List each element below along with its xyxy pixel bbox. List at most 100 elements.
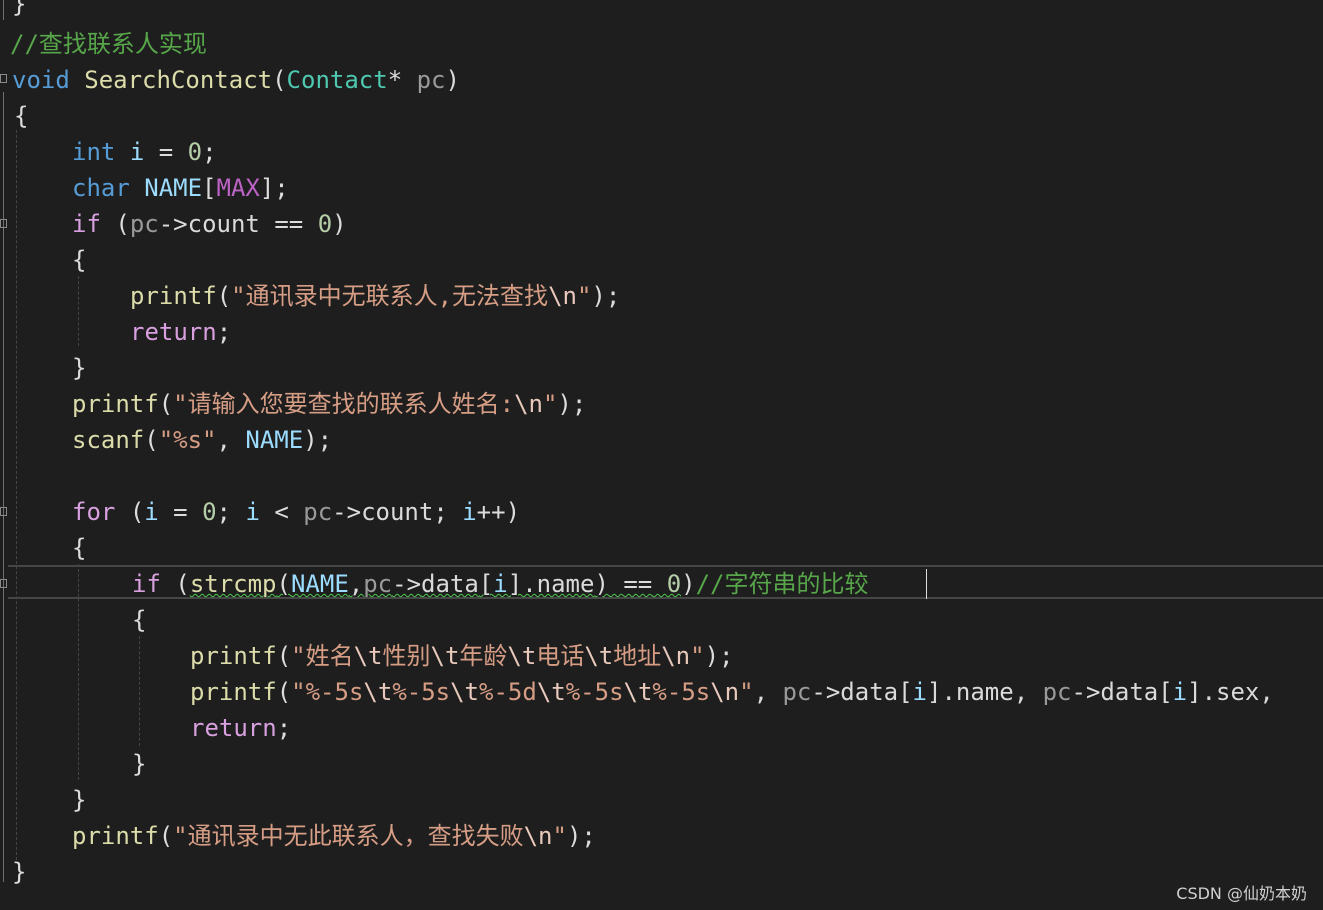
token-operator: -> (332, 498, 362, 526)
token-param: pc (129, 210, 159, 238)
token-string: " (576, 282, 592, 310)
code-line: { (72, 242, 86, 278)
token-punct: ( (276, 678, 292, 706)
token-punct: ( (276, 570, 291, 598)
token-punct: ( (272, 66, 287, 94)
token-escape: \t (353, 642, 383, 670)
token-punct: ( (216, 282, 232, 310)
code-line: printf("%-5s\t%-5s\t%-5d\t%-5s\t%-5s\n",… (190, 674, 1274, 710)
indent-guide (78, 276, 79, 346)
code-line: printf("请输入您要查找的联系人姓名:\n"); (72, 386, 586, 422)
token-escape: \n (548, 282, 577, 310)
token-punct: ); (704, 642, 734, 670)
token-punct: ); (557, 390, 587, 418)
token-punct: ( (175, 570, 190, 598)
token-punct: , (753, 678, 769, 706)
token-keyword: if (72, 210, 101, 238)
fold-toggle-if[interactable] (0, 219, 7, 228)
code-line: } (132, 746, 146, 782)
token-brace: } (72, 786, 87, 814)
token-punct: ( (129, 498, 145, 526)
token-keyword: return (190, 714, 277, 742)
token-punct: ( (144, 426, 159, 454)
token-punct: [ (478, 570, 494, 598)
token-comment: //字符串的比较 (695, 570, 869, 598)
code-line: printf("姓名\t性别\t年龄\t电话\t地址\n"); (190, 638, 734, 674)
fold-toggle-for[interactable] (0, 507, 7, 516)
token-escape: \t (363, 678, 393, 706)
token-brace: } (132, 750, 147, 778)
token-variable: i (912, 678, 927, 706)
token-member: data (840, 678, 899, 706)
token-punct: , (348, 570, 364, 598)
token-function: SearchContact (84, 66, 273, 94)
watermark: CSDN @仙奶本奶 (1176, 884, 1307, 903)
token-function: printf (190, 678, 277, 706)
code-line: printf("通讯录中无此联系人，查找失败\n"); (72, 818, 596, 854)
token-operator: -> (158, 210, 188, 238)
token-variable: NAME (245, 426, 304, 454)
token-punct: [ (202, 174, 217, 202)
indent-guide (139, 636, 140, 746)
code-line: return; (130, 314, 231, 350)
indent-guide (16, 130, 17, 860)
fold-toggle-function[interactable] (0, 74, 7, 83)
token-operator: -> (1071, 678, 1101, 706)
token-string: 电话 (536, 642, 585, 670)
scope-line-function (3, 92, 4, 882)
token-punct: ( (115, 210, 130, 238)
token-escape: \n (710, 678, 740, 706)
code-line: } (12, 0, 26, 22)
token-punct: ]; (259, 174, 289, 202)
token-operator: ++ (476, 498, 506, 526)
token-punct: ) (332, 210, 347, 238)
token-operator: == (274, 210, 304, 238)
token-string: 年龄 (459, 642, 508, 670)
token-escape: \t (507, 642, 537, 670)
token-comment: //查找联系人实现 (10, 30, 207, 58)
token-punct: ; (276, 714, 292, 742)
token-escape: \n (514, 390, 543, 418)
token-macro: MAX (216, 174, 260, 202)
token-punct: ) (681, 570, 696, 598)
code-line: { (14, 98, 28, 134)
token-variable: i (129, 138, 145, 166)
token-string: " (542, 390, 558, 418)
token-variable: i (462, 498, 477, 526)
token-string: %-5s (565, 678, 624, 706)
token-string: %-5s (652, 678, 711, 706)
token-variable: i (1172, 678, 1188, 706)
token-punct: ; (202, 138, 217, 166)
code-editor[interactable]: } //查找联系人实现 void SearchContact(Contact* … (0, 0, 1323, 910)
token-param: pc (303, 498, 333, 526)
code-line: for (i = 0; i < pc->count; i++) (72, 494, 520, 530)
indent-guide (78, 564, 79, 780)
token-keyword: if (132, 570, 161, 598)
token-string: "姓名 (291, 642, 354, 670)
token-escape: \n (661, 642, 691, 670)
token-variable: i (144, 498, 159, 526)
token-escape: \t (430, 642, 460, 670)
token-variable: NAME (290, 570, 349, 598)
token-number: 0 (317, 210, 333, 238)
token-type: Contact (286, 66, 388, 94)
token-brace: } (12, 0, 27, 18)
code-line: int i = 0; (72, 134, 217, 170)
fold-toggle-inner-if[interactable] (0, 579, 7, 588)
code-line: scanf("%s", NAME); (72, 422, 332, 458)
token-string: "请输入您要查找的联系人姓名: (173, 390, 515, 418)
code-line: } (72, 782, 86, 818)
code-line: if (pc->count == 0) (72, 206, 347, 242)
token-escape: \t (584, 642, 614, 670)
code-line: { (72, 530, 86, 566)
token-member: data (1100, 678, 1159, 706)
token-punct: ); (566, 822, 596, 850)
token-punct: ( (276, 642, 292, 670)
token-punct: ( (158, 822, 174, 850)
token-punct: * (387, 66, 403, 94)
token-string: " (552, 822, 567, 850)
code-line: char NAME[MAX]; (72, 170, 289, 206)
token-keyword: char (72, 174, 130, 202)
scope-line (3, 0, 4, 20)
token-punct: ; (216, 318, 232, 346)
